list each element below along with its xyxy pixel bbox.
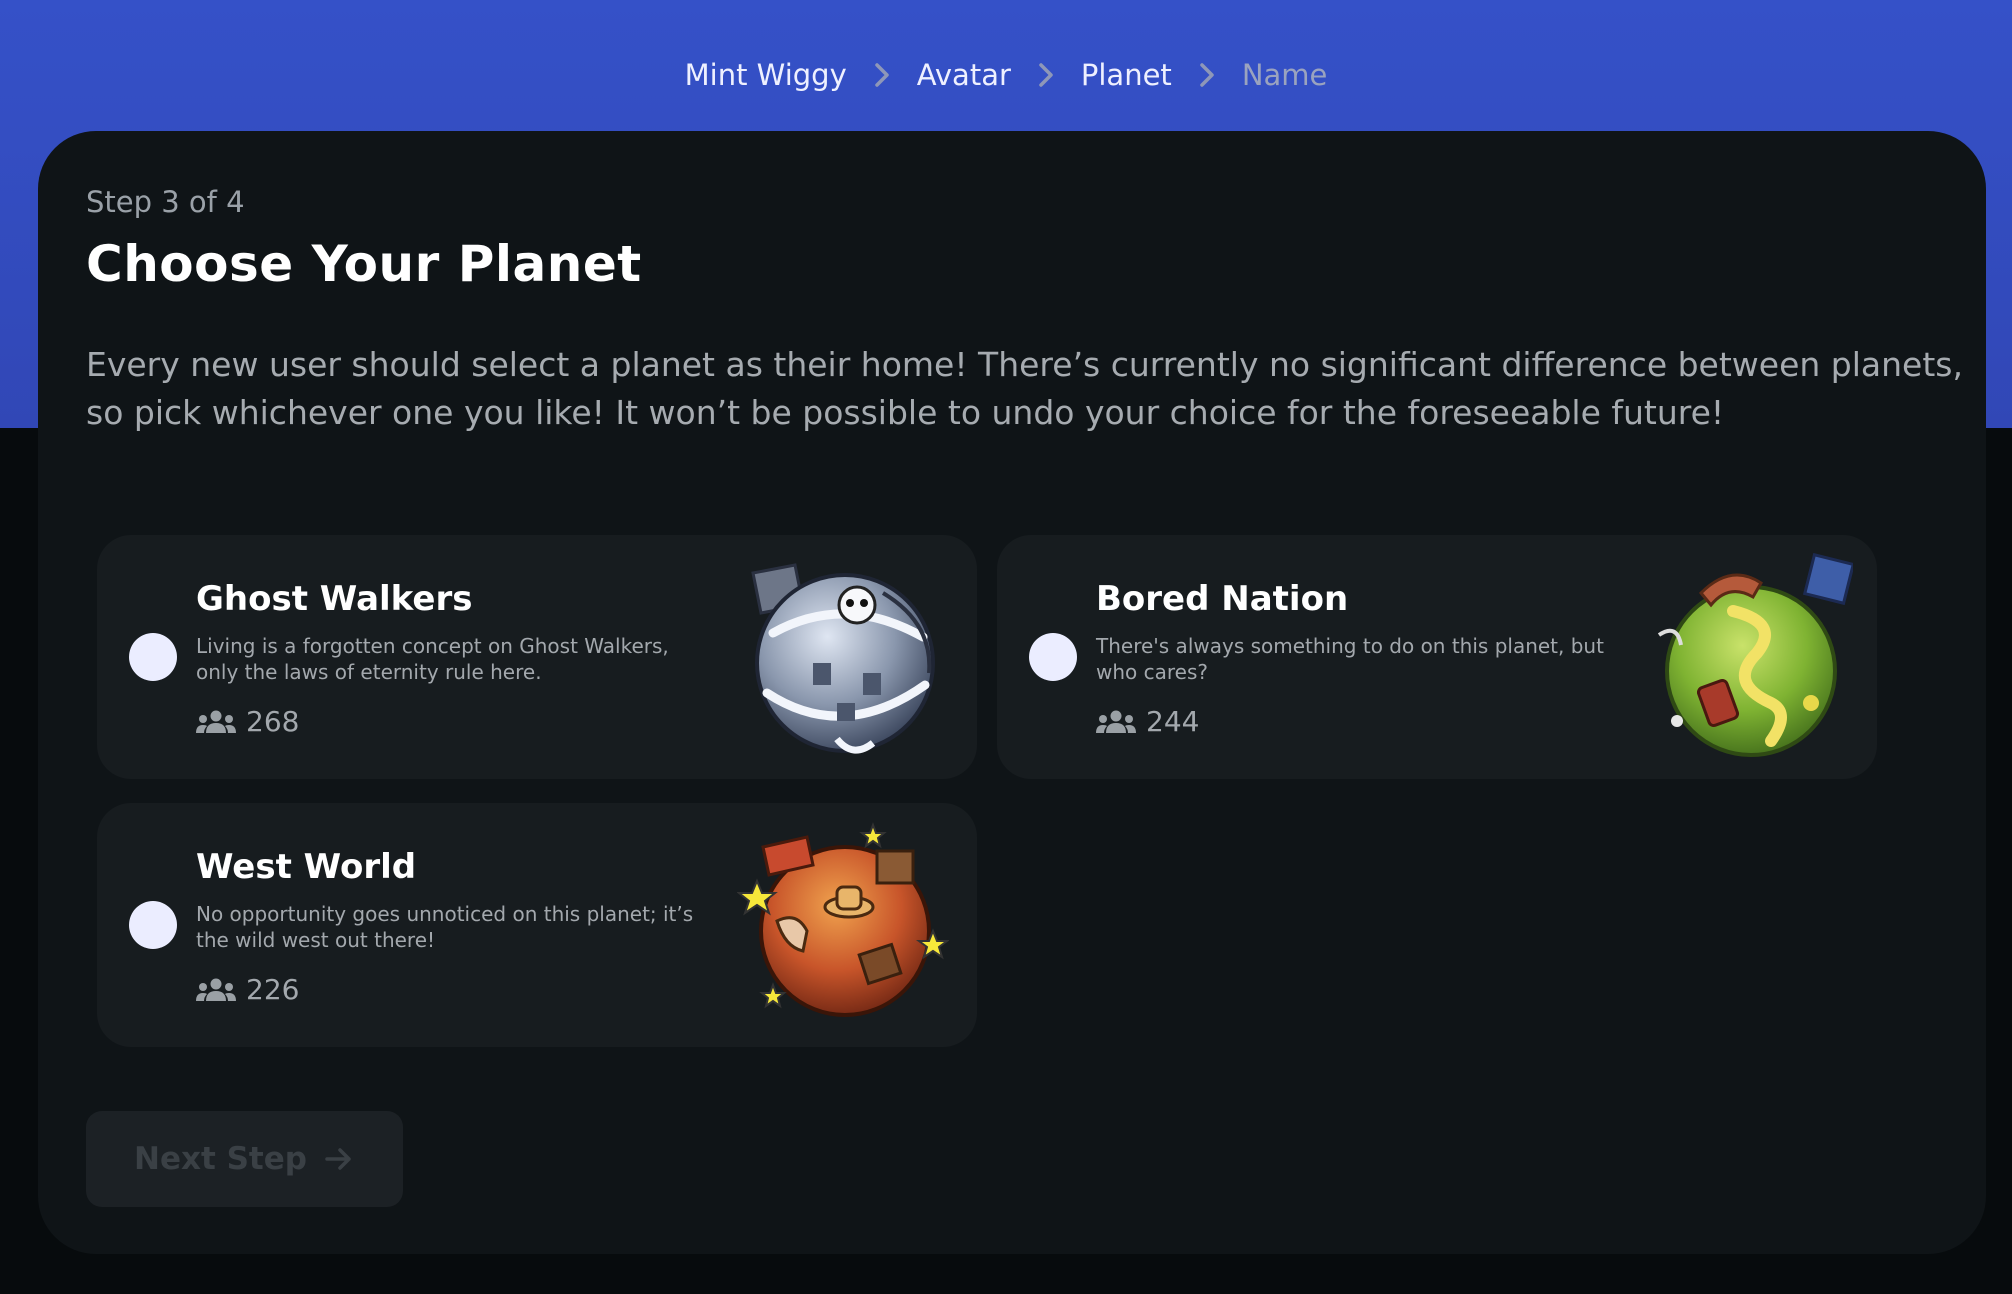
arrow-right-icon	[325, 1148, 351, 1170]
planet-description: Living is a forgotten concept on Ghost W…	[196, 634, 669, 684]
group-icon	[196, 978, 236, 1001]
planet-option-bored-nation[interactable]: Bored Nation There's always something to…	[997, 535, 1877, 779]
planet-description: There's always something to do on this p…	[1096, 634, 1604, 684]
ghost-planet-image	[751, 563, 935, 754]
planet-name: Ghost Walkers	[196, 579, 473, 619]
chevron-right-icon	[1017, 62, 1075, 88]
grass-planet-image	[1657, 553, 1853, 757]
group-icon	[1096, 710, 1136, 733]
chevron-right-icon	[853, 62, 911, 88]
page-title: Choose Your Planet	[86, 235, 642, 293]
planet-radio[interactable]	[129, 901, 177, 949]
breadcrumb: Mint Wiggy Avatar Planet Name	[0, 52, 2012, 98]
onboarding-card: Step 3 of 4 Choose Your Planet Every new…	[38, 131, 1986, 1254]
member-count-value: 226	[246, 973, 300, 1006]
planet-option-ghost-walkers[interactable]: Ghost Walkers Living is a forgotten conc…	[97, 535, 977, 779]
planet-radio[interactable]	[1029, 633, 1077, 681]
page-description: Every new user should select a planet as…	[86, 345, 1963, 432]
next-step-button[interactable]: Next Step	[86, 1111, 403, 1207]
member-count-value: 244	[1146, 705, 1200, 738]
next-step-label: Next Step	[134, 1141, 307, 1177]
group-icon	[196, 710, 236, 733]
chevron-right-icon	[1178, 62, 1236, 88]
member-count: 226	[196, 973, 299, 1006]
breadcrumb-item-name: Name	[1241, 58, 1328, 92]
member-count: 244	[1096, 705, 1199, 738]
planet-radio[interactable]	[129, 633, 177, 681]
planet-name: Bored Nation	[1096, 579, 1349, 619]
member-count-value: 268	[246, 705, 300, 738]
desert-planet-image	[737, 822, 949, 1017]
planet-description: No opportunity goes unnoticed on this pl…	[196, 902, 694, 952]
member-count: 268	[196, 705, 299, 738]
planet-name: West World	[196, 847, 417, 887]
breadcrumb-item-planet[interactable]: Planet	[1075, 58, 1178, 92]
step-indicator: Step 3 of 4	[86, 185, 245, 219]
planet-option-west-world[interactable]: West World No opportunity goes unnoticed…	[97, 803, 977, 1047]
breadcrumb-item-avatar[interactable]: Avatar	[911, 58, 1017, 92]
breadcrumb-item-mint-wiggy[interactable]: Mint Wiggy	[679, 58, 853, 92]
